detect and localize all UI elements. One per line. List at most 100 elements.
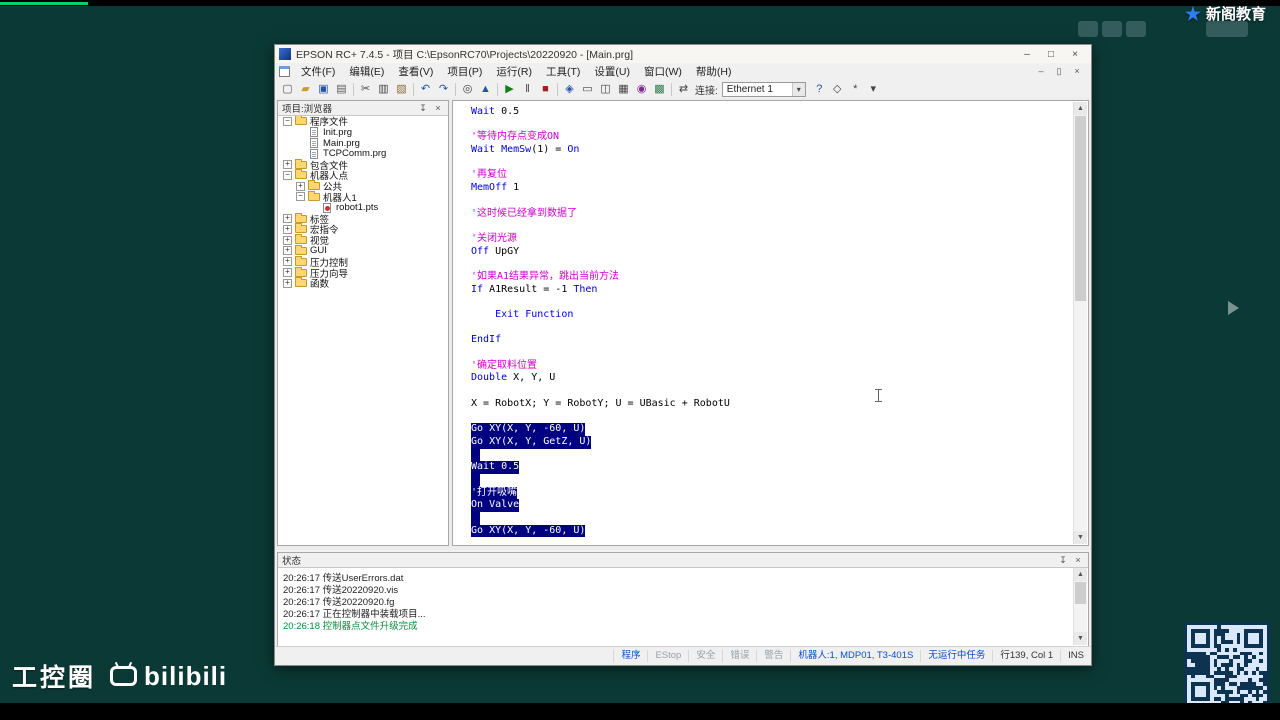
expand-toggle-icon[interactable]: − [283,116,292,126]
tree-item[interactable]: Init.prg [280,127,447,138]
code-line[interactable] [471,157,1074,170]
expand-toggle-icon[interactable]: + [283,257,292,267]
expand-toggle-icon[interactable]: + [283,214,292,224]
code-line[interactable]: '这时候已经拿到数据了 [471,208,1074,221]
minimize-button[interactable]: – [1015,47,1039,62]
new-icon[interactable]: ▢ [279,82,296,97]
scrollbar-thumb[interactable] [1075,116,1086,301]
tree-item[interactable]: + 包含文件 [280,158,447,172]
tree-item[interactable]: + 视觉 [280,234,447,247]
code-line[interactable] [471,322,1074,335]
expand-toggle-icon[interactable]: + [283,160,292,170]
scroll-down-icon[interactable]: ▼ [1074,632,1087,645]
code-line[interactable]: '打开吸嘴 [471,486,1074,500]
expand-toggle-icon[interactable]: + [283,278,292,288]
expand-toggle-icon[interactable]: + [283,224,292,234]
tree-item[interactable]: + 标签 [280,212,447,226]
tree-item[interactable]: + 压力向导 [280,266,447,280]
scroll-up-icon[interactable]: ▲ [1074,568,1087,581]
menu-item[interactable]: 工具(T) [539,63,587,80]
code-line[interactable]: X = RobotX; Y = RobotY; U = UBasic + Rob… [471,398,1074,411]
status-panel-header[interactable]: 状态 ↧ × [278,553,1088,568]
code-line[interactable]: MemOff 1 [471,182,1074,195]
code-line[interactable]: Wait 0.5 [471,461,1074,474]
expand-toggle-icon[interactable]: + [283,246,292,256]
code-line[interactable] [471,512,1074,525]
expand-toggle-icon[interactable]: + [296,181,305,191]
undo-icon[interactable]: ↶ [417,82,434,97]
scroll-up-icon[interactable]: ▲ [1074,102,1087,115]
tree-item[interactable]: − 程序文件 [280,116,447,128]
code-line[interactable] [471,195,1074,208]
chevron-down-icon[interactable]: ▾ [791,82,805,96]
code-line[interactable]: Double X, Y, U [471,372,1074,385]
mdi-close-button[interactable]: × [1069,65,1085,78]
code-line[interactable]: '确定取料位置 [471,360,1074,373]
editor-vertical-scrollbar[interactable]: ▲ ▼ [1073,102,1087,544]
build-icon[interactable]: ▲ [477,82,494,97]
expand-toggle-icon[interactable]: + [283,268,292,278]
code-line[interactable]: Wait 0.5 [471,106,1074,119]
menu-item[interactable]: 设置(U) [587,63,637,80]
code-line[interactable]: Go XY(X, Y, -60, U) [471,423,1074,436]
explorer-header[interactable]: 项目:浏览器 ↧ × [278,101,448,116]
tree-item[interactable]: + 压力控制 [280,255,447,269]
code-line[interactable]: Go XY(X, Y, -60, U) [471,524,1074,538]
status-vertical-scrollbar[interactable]: ▲ ▼ [1073,568,1087,645]
code-line[interactable]: Wait MemSw(1) = On [471,144,1074,157]
close-icon[interactable]: × [432,103,444,114]
help-icon[interactable]: ? [811,82,828,97]
code-line[interactable] [471,473,1074,487]
scrollbar-thumb[interactable] [1075,582,1086,604]
code-area[interactable]: Wait 0.5 '等待内存点变成ON Wait MemSw(1) = On '再复位… [453,101,1074,544]
tree-item[interactable]: + 函数 [280,277,447,290]
code-line[interactable]: '如果A1结果异常，跳出当前方法 [471,271,1074,284]
menu-item[interactable]: 窗口(W) [637,63,689,80]
titlebar[interactable]: EPSON RC+ 7.4.5 - 项目 C:\EpsonRC70\Projec… [275,45,1091,64]
code-line[interactable]: If A1Result = -1 Then [471,284,1074,297]
task-manager-icon[interactable]: ▦ [615,82,632,97]
paste-icon[interactable]: ▧ [393,82,410,97]
menu-item[interactable]: 编辑(E) [342,63,391,80]
print-icon[interactable]: ▤ [333,82,350,97]
code-line[interactable]: '关闭光源 [471,233,1074,246]
code-line[interactable]: EndIf [471,334,1074,347]
menu-item[interactable]: 查看(V) [391,63,440,80]
robot-manager-icon[interactable]: ◈ [561,82,578,97]
vision-icon[interactable]: ◉ [633,82,650,97]
start-icon[interactable]: ▶ [501,82,518,97]
options-icon[interactable]: * [847,82,864,97]
code-line[interactable]: On Valve [471,499,1074,512]
tree-item[interactable]: − 机器人1 [280,190,447,204]
mdi-minimize-button[interactable]: – [1033,65,1049,78]
code-line[interactable]: '等待内存点变成ON [471,131,1074,144]
mdi-restore-button[interactable]: ▯ [1051,65,1067,78]
tree-item[interactable]: + 宏指令 [280,223,447,236]
tree-item[interactable]: + GUI [280,244,447,256]
save-icon[interactable]: ▣ [315,82,332,97]
code-line[interactable]: Go XY(X, Y, GetZ, U) [471,435,1074,449]
open-icon[interactable]: ▰ [297,82,314,97]
pin-icon[interactable]: ↧ [1057,555,1069,566]
code-line[interactable] [471,411,1074,424]
code-editor[interactable]: Wait 0.5 '等待内存点变成ON Wait MemSw(1) = On '再复位… [452,100,1089,546]
connection-select[interactable]: Ethernet 1 ▾ [721,81,806,97]
code-line[interactable]: '再复位 [471,169,1074,182]
io-monitor-icon[interactable]: ◫ [597,82,614,97]
redo-icon[interactable]: ↷ [435,82,452,97]
code-line[interactable] [471,258,1074,271]
cut-icon[interactable]: ✂ [357,82,374,97]
stop-icon[interactable]: ■ [537,82,554,97]
code-line[interactable] [471,385,1074,398]
tree-item[interactable]: TCPComm.prg [280,148,447,159]
expand-toggle-icon[interactable]: + [283,235,292,245]
close-button[interactable]: × [1063,47,1087,62]
code-line[interactable]: Exit Function [471,309,1074,322]
code-line[interactable] [471,347,1074,360]
pause-icon[interactable]: ‖ [519,82,536,97]
code-line[interactable] [471,119,1074,132]
tree-item[interactable]: Main.prg [280,138,447,149]
menu-item[interactable]: 文件(F) [294,63,342,80]
maximize-button[interactable]: □ [1039,47,1063,62]
code-line[interactable] [471,296,1074,309]
